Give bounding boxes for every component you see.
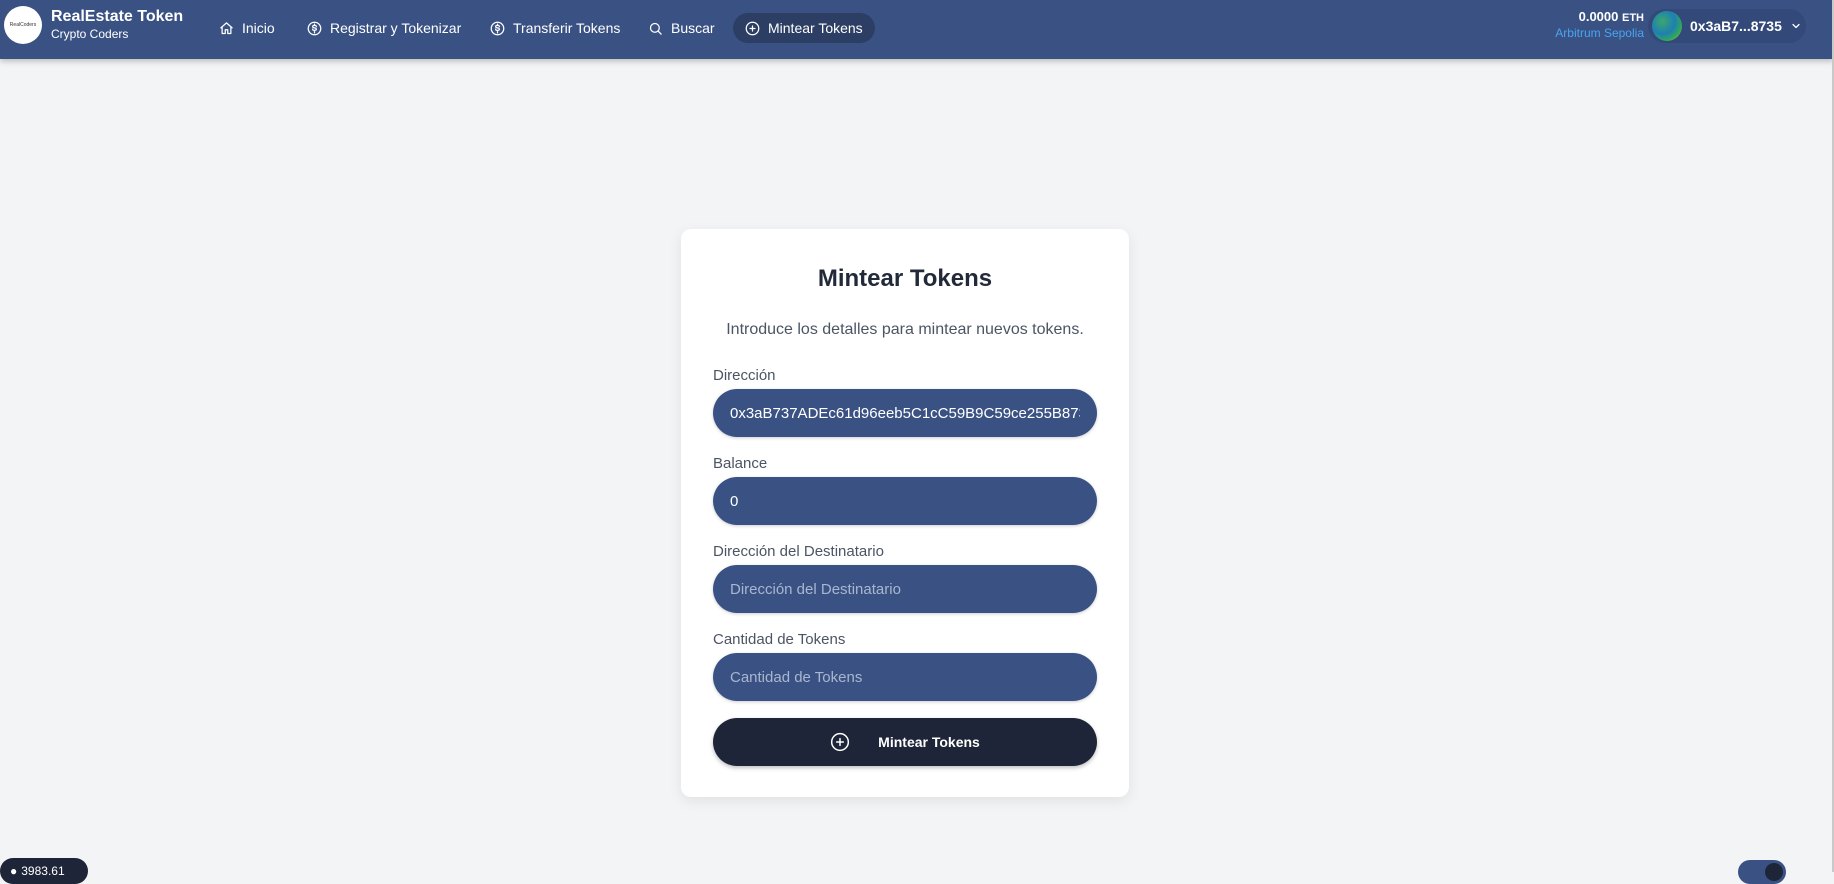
cube-icon: ● — [10, 864, 18, 878]
wallet-balance: 0.0000 ETH Arbitrum Sepolia — [1555, 9, 1644, 40]
amount-field[interactable] — [713, 653, 1097, 701]
mint-tokens-button[interactable]: Mintear Tokens — [713, 718, 1097, 766]
dollar-circle-icon — [307, 21, 322, 35]
theme-toggle[interactable] — [1738, 860, 1786, 884]
home-icon — [220, 21, 233, 34]
balance-amount: 0.0000 — [1578, 9, 1619, 24]
network-name[interactable]: Arbitrum Sepolia — [1555, 26, 1644, 40]
account-address: 0x3aB7...8735 — [1690, 18, 1782, 34]
nav-item-registrar[interactable]: Registrar y Tokenizar — [295, 13, 473, 43]
address-field[interactable] — [713, 389, 1097, 437]
balance-field[interactable] — [713, 477, 1097, 525]
nav-item-label: Registrar y Tokenizar — [330, 20, 462, 36]
toggle-knob — [1765, 863, 1783, 881]
mint-button-label: Mintear Tokens — [878, 734, 980, 750]
amount-label: Cantidad de Tokens — [713, 631, 846, 648]
brand-title: RealEstate Token — [51, 8, 184, 25]
nav-item-label: Mintear Tokens — [768, 20, 863, 36]
nav-item-label: Inicio — [242, 20, 275, 36]
plus-circle-icon — [745, 21, 760, 35]
address-label: Dirección — [713, 367, 776, 384]
search-icon — [649, 22, 662, 35]
mint-card: Mintear Tokens Introduce los detalles pa… — [681, 229, 1129, 797]
nav-item-mintear[interactable]: Mintear Tokens — [733, 13, 875, 43]
brand-subtitle: Crypto Coders — [51, 27, 129, 41]
card-title: Mintear Tokens — [817, 265, 993, 292]
nav-item-label: Buscar — [671, 20, 715, 36]
plus-circle-icon — [831, 732, 850, 752]
top-navbar: RealCoders RealEstate Token Crypto Coder… — [0, 0, 1834, 59]
recipient-field[interactable] — [713, 565, 1097, 613]
balance-label: Balance — [713, 455, 768, 472]
brand[interactable]: RealEstate Token Crypto Coders — [51, 8, 183, 42]
block-number-badge[interactable]: ● 3983.61 — [0, 858, 88, 884]
logo-text: RealCoders — [9, 22, 37, 28]
avatar — [1652, 11, 1682, 41]
nav-item-transferir[interactable]: Transferir Tokens — [478, 13, 632, 43]
account-button[interactable]: 0x3aB7...8735 — [1648, 9, 1806, 43]
nav-item-buscar[interactable]: Buscar — [636, 13, 727, 43]
brand-logo[interactable]: RealCoders — [4, 6, 42, 44]
balance-unit: ETH — [1622, 12, 1644, 24]
nav-item-inicio[interactable]: Inicio — [207, 13, 287, 43]
card-description: Introduce los detalles para mintear nuev… — [726, 321, 1084, 338]
chevron-down-icon — [1792, 23, 1800, 29]
recipient-label: Dirección del Destinatario — [713, 543, 884, 560]
dollar-circle-icon — [490, 21, 505, 35]
nav-item-label: Transferir Tokens — [513, 20, 621, 36]
block-number: 3983.61 — [21, 864, 65, 878]
